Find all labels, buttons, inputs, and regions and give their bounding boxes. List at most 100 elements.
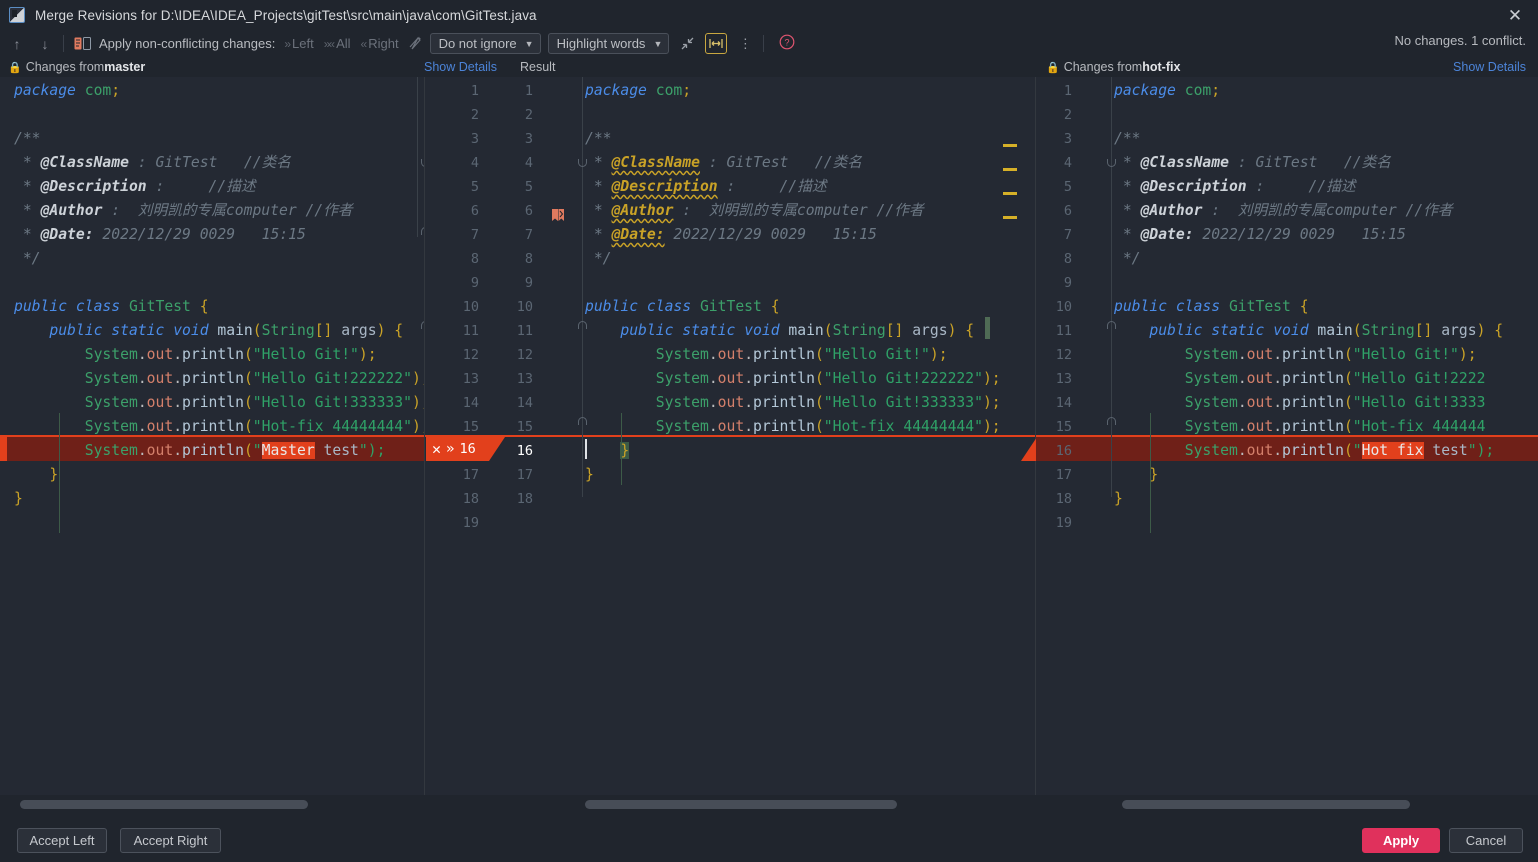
svg-text:?: ? xyxy=(785,37,790,47)
cancel-button[interactable]: Cancel xyxy=(1449,828,1523,853)
code-line: * @Author : 刘明凯的专属computer //作者 xyxy=(585,202,924,219)
line-number: 5 xyxy=(470,179,479,195)
result-line-number: 6 xyxy=(524,203,533,219)
line-number: 13 xyxy=(462,371,479,387)
chevron-double-both-icon: »« xyxy=(323,36,335,51)
warning-marker xyxy=(1003,144,1017,147)
right-editor-pane[interactable]: 1 2 3 4 5 6 7 8 9 10 11 12 13 14 15 16 17 18 19 package co… xyxy=(1036,77,1538,795)
toolbar: ↑ ↓ Apply non-conflicting changes: » Lef… xyxy=(0,30,1538,57)
code-line: System.out.println("Hello Git!3333 xyxy=(1184,394,1486,411)
result-line-number: 11 xyxy=(516,323,533,339)
more-options-icon[interactable]: ⋮ xyxy=(734,33,756,54)
code-line: } xyxy=(585,466,594,483)
center-hscrollbar[interactable] xyxy=(425,795,1035,813)
left-conflict-actions[interactable]: ✕ » 16 xyxy=(426,437,489,461)
collapse-unchanged-icon[interactable] xyxy=(676,33,698,54)
code-line: System.out.println("Hot-fix 44444444"); xyxy=(84,418,424,435)
code-line: /** xyxy=(14,130,41,147)
right-header-branch: hot-fix xyxy=(1142,60,1181,74)
right-pane-header: 🔒 Changes from hot-fix Show Details xyxy=(1036,57,1538,77)
toolbar-divider-2 xyxy=(763,35,765,52)
line-number: 2 xyxy=(470,107,479,123)
center-hscrollbar-thumb[interactable] xyxy=(585,800,897,809)
line-number: 3 xyxy=(470,131,479,147)
compare-files-icon[interactable] xyxy=(71,34,93,54)
bookmark-icon[interactable] xyxy=(551,208,565,226)
center-pane-header: Show Details Result xyxy=(424,57,1114,77)
warning-marker xyxy=(1003,192,1017,195)
line-number: 9 xyxy=(1063,275,1072,291)
code-line: * @Date: 2022/12/29 0029 15:15 xyxy=(585,226,877,243)
apply-all-button[interactable]: »« All xyxy=(324,36,351,51)
show-whitespace-icon[interactable] xyxy=(705,33,728,54)
right-show-details-link[interactable]: Show Details xyxy=(1453,60,1526,74)
line-number: 18 xyxy=(1055,491,1072,507)
result-line-number: 10 xyxy=(516,299,533,315)
code-line: public class GitTest { xyxy=(1114,298,1309,315)
code-line: public class GitTest { xyxy=(14,298,209,315)
code-line: * @Author : 刘明凯的专属computer //作者 xyxy=(14,202,353,219)
right-hscrollbar-thumb[interactable] xyxy=(1122,800,1410,809)
center-result-pane[interactable]: 12345678910111213141516171819 1234567891… xyxy=(425,77,1035,795)
highlight-policy-select[interactable]: Highlight words ▼ xyxy=(547,33,670,54)
result-line-number: 15 xyxy=(516,419,533,435)
chevron-double-left-icon: « xyxy=(360,36,368,51)
apply-button[interactable]: Apply xyxy=(1362,828,1440,853)
help-icon[interactable]: ? xyxy=(779,34,795,54)
center-show-details-link[interactable]: Show Details xyxy=(424,60,497,74)
accept-right-button[interactable]: Accept Right xyxy=(120,828,221,853)
line-number: 2 xyxy=(1063,107,1072,123)
line-number: 17 xyxy=(1055,467,1072,483)
left-editor-pane[interactable]: package com; /** * @ClassName : GitTest /… xyxy=(0,77,424,795)
apply-left-button[interactable]: » Left xyxy=(284,36,313,51)
reject-left-icon[interactable]: ✕ xyxy=(432,440,441,458)
result-label: Result xyxy=(520,60,556,74)
code-line: } xyxy=(14,490,23,507)
next-difference-icon[interactable]: ↓ xyxy=(34,33,56,55)
left-hscrollbar-thumb[interactable] xyxy=(20,800,308,809)
code-line: /** xyxy=(1114,130,1141,147)
result-line-number: 9 xyxy=(524,275,533,291)
code-line: */ xyxy=(585,250,612,267)
apply-right-button[interactable]: « Right xyxy=(361,36,399,51)
conflict-left-bar xyxy=(0,437,7,461)
window-title: Merge Revisions for D:\IDEA\IDEA_Project… xyxy=(35,7,537,23)
code-line: package com; xyxy=(1114,82,1221,99)
line-number: 10 xyxy=(462,299,479,315)
code-line: /** xyxy=(585,130,612,147)
result-line-number: 8 xyxy=(524,251,533,267)
code-line: public static void main(String[] args) { xyxy=(49,322,404,339)
magic-resolve-icon[interactable] xyxy=(408,35,423,53)
previous-difference-icon[interactable]: ↑ xyxy=(6,33,28,55)
result-line-number: 7 xyxy=(524,227,533,243)
line-number: 19 xyxy=(1055,515,1072,531)
code-line: package com; xyxy=(585,82,692,99)
code-line: * @Date: 2022/12/29 0029 15:15 xyxy=(1114,226,1406,243)
right-hscrollbar[interactable] xyxy=(1036,795,1538,813)
line-number: 15 xyxy=(1055,419,1072,435)
line-number: 8 xyxy=(1063,251,1072,267)
left-header-prefix: Changes from xyxy=(25,60,105,74)
code-line: System.out.println("Hot-fix 444444 xyxy=(1184,418,1486,435)
code-line: * @ClassName : GitTest //类名 xyxy=(1114,154,1391,171)
change-marker xyxy=(985,317,990,339)
ignore-policy-value: Do not ignore xyxy=(438,36,517,51)
apply-left-to-result-icon[interactable]: » xyxy=(446,441,455,457)
code-line: * @ClassName : GitTest //类名 xyxy=(585,154,862,171)
line-number: 13 xyxy=(1055,371,1072,387)
line-number: 12 xyxy=(462,347,479,363)
result-line-number: 17 xyxy=(516,467,533,483)
code-line: public class GitTest { xyxy=(585,298,780,315)
code-line: */ xyxy=(14,250,41,267)
result-line-number: 18 xyxy=(516,491,533,507)
line-number: 14 xyxy=(462,395,479,411)
line-number: 12 xyxy=(1055,347,1072,363)
line-number: 11 xyxy=(462,323,479,339)
accept-left-button[interactable]: Accept Left xyxy=(17,828,107,853)
left-pane-header: 🔒 Changes from master xyxy=(0,57,424,77)
chevron-down-icon: ▼ xyxy=(524,38,534,49)
ignore-policy-select[interactable]: Do not ignore ▼ xyxy=(429,33,541,54)
close-icon[interactable]: ✕ xyxy=(1492,0,1538,30)
left-hscrollbar[interactable] xyxy=(0,795,424,813)
code-line: System.out.println("Hello Git!333333"); xyxy=(84,394,424,411)
